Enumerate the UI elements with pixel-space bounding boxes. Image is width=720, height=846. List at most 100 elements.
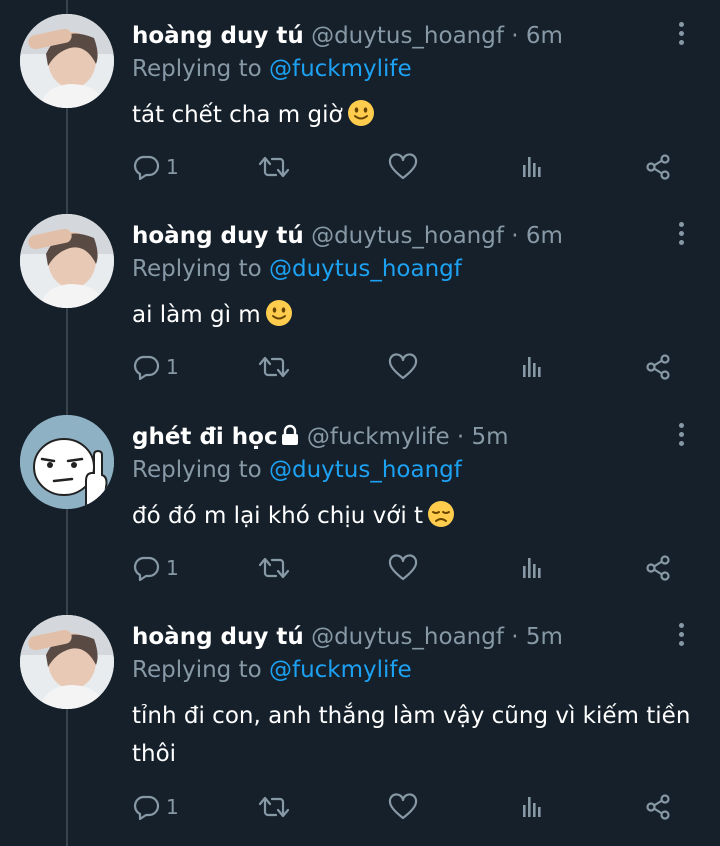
tweet-text: tát chết cha m giờ <box>132 96 692 139</box>
analytics-button[interactable] <box>518 350 546 384</box>
user-handle[interactable]: @duytus_hoangf <box>311 624 504 650</box>
avatar[interactable] <box>20 415 114 509</box>
analytics-icon <box>518 353 546 381</box>
avatar[interactable] <box>20 615 114 709</box>
tweet[interactable]: ghét đi học @fuckmylife · 5m Replying to… <box>0 401 720 601</box>
retweet-button[interactable] <box>258 790 290 824</box>
action-bar: 1 <box>132 150 692 184</box>
avatar[interactable] <box>20 14 114 108</box>
tweet-header: hoàng duy tú @duytus_hoangf · 6m <box>132 218 670 254</box>
tweet-text: tỉnh đi con, anh thắng làm vậy cũng vì k… <box>132 703 691 767</box>
analytics-icon <box>518 554 546 582</box>
like-button[interactable] <box>388 150 418 184</box>
analytics-icon <box>518 153 546 181</box>
like-button[interactable] <box>388 551 418 585</box>
tweet-header: hoàng duy tú @duytus_hoangf · 5m <box>132 619 670 655</box>
like-icon <box>388 554 418 582</box>
analytics-button[interactable] <box>518 150 546 184</box>
tweet-header: ghét đi học @fuckmylife · 5m <box>132 419 670 457</box>
tweet-text: ai làm gì m <box>132 296 692 339</box>
reply-count: 1 <box>166 155 179 179</box>
share-button[interactable] <box>644 150 672 184</box>
more-icon[interactable] <box>674 222 688 248</box>
share-button[interactable] <box>644 790 672 824</box>
like-button[interactable] <box>388 790 418 824</box>
retweet-icon <box>258 793 290 821</box>
user-handle[interactable]: @duytus_hoangf <box>311 223 504 249</box>
reply-button[interactable]: 1 <box>132 350 179 384</box>
replying-prefix: Replying to <box>132 457 262 483</box>
retweet-button[interactable] <box>258 551 290 585</box>
display-name[interactable]: hoàng duy tú <box>132 23 304 49</box>
tweet-header: hoàng duy tú @duytus_hoangf · 6m <box>132 18 670 54</box>
like-icon <box>388 153 418 181</box>
timestamp[interactable]: 5m <box>526 624 563 650</box>
reply-icon <box>132 793 160 821</box>
like-button[interactable] <box>388 350 418 384</box>
separator-dot: · <box>511 23 519 49</box>
action-bar: 1 <box>132 551 692 585</box>
tweet-text-content: đó đó m lại khó chịu với t <box>132 503 424 529</box>
analytics-icon <box>518 793 546 821</box>
user-handle[interactable]: @duytus_hoangf <box>311 23 504 49</box>
reply-button[interactable]: 1 <box>132 551 179 585</box>
share-icon <box>644 353 672 381</box>
action-bar: 1 <box>132 350 692 384</box>
reply-icon <box>132 554 160 582</box>
retweet-icon <box>258 153 290 181</box>
retweet-icon <box>258 353 290 381</box>
lock-icon <box>280 421 300 457</box>
separator-dot: · <box>511 223 519 249</box>
reply-count: 1 <box>166 355 179 379</box>
tweet-text-content: tát chết cha m giờ <box>132 102 343 128</box>
retweet-icon <box>258 554 290 582</box>
timestamp[interactable]: 6m <box>526 223 563 249</box>
replying-prefix: Replying to <box>132 256 262 282</box>
mention-link[interactable]: @duytus_hoangf <box>269 256 462 282</box>
share-button[interactable] <box>644 350 672 384</box>
slightly-smiling-face-icon <box>265 299 293 339</box>
disappointed-face-icon <box>427 500 455 540</box>
reply-icon <box>132 353 160 381</box>
mention-link[interactable]: @fuckmylife <box>269 56 412 82</box>
slightly-smiling-face-icon <box>347 99 375 139</box>
analytics-button[interactable] <box>518 551 546 585</box>
display-name[interactable]: hoàng duy tú <box>132 223 304 249</box>
replying-prefix: Replying to <box>132 56 262 82</box>
more-icon[interactable] <box>674 423 688 449</box>
timestamp[interactable]: 6m <box>526 23 563 49</box>
retweet-button[interactable] <box>258 150 290 184</box>
reply-button[interactable]: 1 <box>132 150 179 184</box>
share-icon <box>644 793 672 821</box>
display-name[interactable]: ghét đi học <box>132 424 278 450</box>
like-icon <box>388 353 418 381</box>
more-icon[interactable] <box>674 22 688 48</box>
display-name[interactable]: hoàng duy tú <box>132 624 304 650</box>
analytics-button[interactable] <box>518 790 546 824</box>
like-icon <box>388 793 418 821</box>
tweet[interactable]: hoàng duy tú @duytus_hoangf · 6m Replyin… <box>0 0 720 200</box>
replying-prefix: Replying to <box>132 657 262 683</box>
share-button[interactable] <box>644 551 672 585</box>
separator-dot: · <box>511 624 519 650</box>
retweet-button[interactable] <box>258 350 290 384</box>
replying-to: Replying to @fuckmylife <box>132 653 412 687</box>
user-handle[interactable]: @fuckmylife <box>307 424 450 450</box>
timestamp[interactable]: 5m <box>472 424 509 450</box>
replying-to: Replying to @duytus_hoangf <box>132 252 462 286</box>
more-icon[interactable] <box>674 623 688 649</box>
avatar[interactable] <box>20 214 114 308</box>
replying-to: Replying to @duytus_hoangf <box>132 453 462 487</box>
tweet-text: đó đó m lại khó chịu với t <box>132 497 692 540</box>
mention-link[interactable]: @fuckmylife <box>269 657 412 683</box>
mention-link[interactable]: @duytus_hoangf <box>269 457 462 483</box>
tweet[interactable]: hoàng duy tú @duytus_hoangf · 5m Replyin… <box>0 601 720 846</box>
tweet-text-content: ai làm gì m <box>132 302 261 328</box>
reply-icon <box>132 153 160 181</box>
separator-dot: · <box>456 424 465 450</box>
tweet[interactable]: hoàng duy tú @duytus_hoangf · 6m Replyin… <box>0 200 720 400</box>
action-bar: 1 <box>132 790 692 824</box>
share-icon <box>644 554 672 582</box>
reply-button[interactable]: 1 <box>132 790 179 824</box>
reply-count: 1 <box>166 795 179 819</box>
